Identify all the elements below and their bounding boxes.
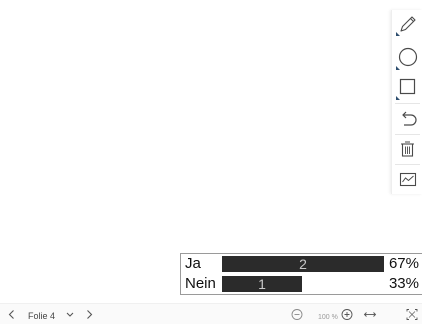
next-slide-button[interactable] — [83, 304, 95, 324]
delete-tool-button[interactable] — [392, 134, 422, 164]
answer-percent: 33% — [388, 275, 419, 292]
zoom-level-label: 100 % — [318, 314, 338, 321]
undo-tool-button[interactable] — [392, 104, 422, 134]
answer-percent: 67% — [388, 255, 419, 272]
result-row: Nein 1 33% — [181, 274, 422, 294]
slide-selector[interactable]: Folie 4 — [28, 304, 82, 324]
submenu-corner-marker — [396, 32, 400, 36]
chart-tool-button[interactable] — [392, 164, 422, 194]
ellipse-tool-button[interactable] — [392, 42, 422, 72]
fullscreen-icon — [406, 309, 418, 320]
rectangle-tool-button[interactable] — [392, 72, 422, 102]
line-chart-icon — [399, 172, 417, 187]
zoom-in-button[interactable] — [340, 304, 354, 324]
result-bar-track: 2 — [222, 256, 384, 272]
chevron-down-icon — [66, 312, 74, 317]
poll-results: Ja 2 67% Nein 1 33% — [180, 253, 422, 295]
presentation-viewer: Ja 2 67% Nein 1 33% Folie 4 100 % — [0, 0, 422, 324]
zoom-out-icon — [291, 309, 303, 320]
slide-label: Folie 4 — [28, 311, 56, 321]
undo-icon — [402, 111, 417, 126]
result-bar-track: 1 — [222, 276, 384, 292]
square-icon — [396, 78, 416, 100]
submenu-corner-marker — [396, 96, 400, 100]
chevron-right-icon — [87, 310, 93, 319]
slide-navigation-bar: Folie 4 100 % — [0, 303, 422, 324]
answer-label: Nein — [185, 275, 216, 292]
pencil-tool-button[interactable] — [392, 10, 422, 40]
answer-label: Ja — [185, 255, 201, 272]
previous-slide-button[interactable] — [6, 304, 18, 324]
fit-width-icon — [363, 312, 377, 317]
answer-count: 2 — [299, 256, 307, 272]
zoom-out-button[interactable] — [290, 304, 304, 324]
answer-count: 1 — [258, 276, 266, 292]
circle-icon — [396, 47, 418, 70]
trash-icon — [401, 141, 414, 157]
annotation-toolbar — [391, 10, 422, 194]
result-row: Ja 2 67% — [181, 254, 422, 274]
zoom-in-icon — [341, 309, 353, 320]
pencil-icon — [396, 16, 416, 36]
submenu-corner-marker — [396, 66, 400, 70]
zoom-level: 100 % — [318, 304, 342, 324]
fullscreen-button[interactable] — [405, 304, 419, 324]
chevron-left-icon — [8, 310, 14, 319]
fit-width-button[interactable] — [363, 304, 377, 324]
